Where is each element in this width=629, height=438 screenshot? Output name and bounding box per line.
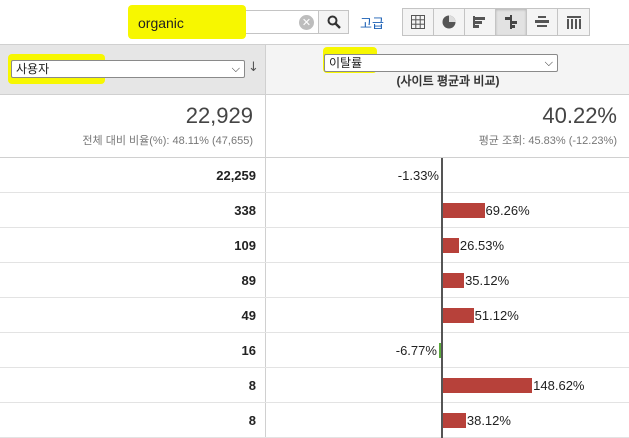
users-cell: 16 — [0, 333, 265, 367]
chevron-down-icon: ⌵ — [231, 63, 240, 75]
users-value: 338 — [234, 203, 256, 218]
table-view-icon — [411, 15, 425, 29]
advanced-link[interactable]: 고급 — [360, 13, 384, 32]
positive-bar — [443, 413, 466, 428]
table-row[interactable]: 16 -6.77% — [0, 333, 629, 368]
users-cell: 89 — [0, 263, 265, 297]
table-row[interactable]: 8 148.62% — [0, 368, 629, 403]
users-value: 8 — [248, 413, 256, 428]
users-cell: 109 — [0, 228, 265, 262]
bounce-cell: 35.12% — [265, 263, 629, 297]
comparison-caption: (사이트 평균과 비교) — [396, 74, 500, 88]
users-cell: 338 — [0, 193, 265, 227]
delta-label: -6.77% — [395, 343, 437, 358]
bounce-average: 평균 조회: 45.83% (-12.23%) — [478, 135, 617, 147]
users-cell: 8 — [0, 368, 265, 402]
chevron-down-icon: ⌵ — [544, 57, 553, 69]
users-summary: 22,929 전체 대비 비율(%): 48.11% (47,655) — [0, 95, 265, 157]
pivot-view-button[interactable] — [558, 9, 589, 35]
comparison-view-icon — [505, 15, 517, 29]
delta-label: -1.33% — [397, 168, 439, 183]
bounce-cell: 38.12% — [265, 403, 629, 437]
delta-label: 148.62% — [533, 378, 585, 393]
table-view-button[interactable] — [403, 9, 434, 35]
bounce-total: 40.22% — [542, 103, 617, 128]
positive-bar — [443, 273, 465, 288]
table-header: 사용자 ⌵ ↓ 이탈률 ⌵ (사이트 평균과 비교) — [0, 44, 629, 95]
clear-icon[interactable]: ✕ — [299, 15, 314, 30]
pivot-view-icon — [566, 16, 581, 29]
users-value: 22,259 — [216, 168, 256, 183]
performance-view-icon — [473, 16, 485, 28]
delta-label: 69.26% — [485, 203, 530, 218]
users-share: 전체 대비 비율(%): 48.11% (47,655) — [82, 135, 253, 147]
positive-bar — [443, 378, 533, 393]
bounce-cell: -6.77% — [265, 333, 629, 367]
users-value: 109 — [234, 238, 256, 253]
pie-view-button[interactable] — [434, 9, 465, 35]
search-box[interactable]: ✕ — [128, 5, 319, 39]
comparison-view-button[interactable] — [496, 9, 527, 35]
table-row[interactable]: 8 38.12% — [0, 403, 629, 438]
users-cell: 49 — [0, 298, 265, 332]
users-value: 16 — [241, 343, 256, 358]
search-button[interactable] — [318, 10, 349, 34]
bounce-summary: 40.22% 평균 조회: 45.83% (-12.23%) — [265, 95, 629, 157]
positive-bar — [443, 238, 459, 253]
view-switcher — [402, 8, 590, 36]
users-metric-label: 사용자 — [16, 62, 50, 76]
search-input[interactable] — [138, 14, 288, 31]
magnifier-icon — [327, 15, 341, 29]
delta-label: 35.12% — [465, 273, 510, 288]
users-metric-select[interactable]: 사용자 ⌵ — [11, 60, 245, 78]
bounce-metric-select[interactable]: 이탈률 ⌵ — [324, 54, 558, 72]
users-value: 8 — [248, 378, 256, 393]
performance-view-button[interactable] — [465, 9, 496, 35]
term-cloud-view-button[interactable] — [527, 9, 558, 35]
bounce-cell: -1.33% — [265, 158, 629, 192]
bounce-column-header: 이탈률 ⌵ (사이트 평균과 비교) — [265, 45, 629, 94]
positive-bar — [443, 203, 485, 218]
users-value: 89 — [241, 273, 256, 288]
positive-bar — [443, 308, 474, 323]
delta-label: 26.53% — [459, 238, 504, 253]
term-cloud-view-icon — [535, 16, 549, 27]
sort-desc-icon[interactable]: ↓ — [248, 60, 259, 75]
pie-view-icon — [442, 15, 456, 29]
users-cell: 8 — [0, 403, 265, 437]
bounce-cell: 51.12% — [265, 298, 629, 332]
users-cell: 22,259 — [0, 158, 265, 192]
table-row[interactable]: 338 69.26% — [0, 193, 629, 228]
table-row[interactable]: 49 51.12% — [0, 298, 629, 333]
bounce-cell: 148.62% — [265, 368, 629, 402]
users-value: 49 — [241, 308, 256, 323]
bounce-cell: 69.26% — [265, 193, 629, 227]
bounce-cell: 26.53% — [265, 228, 629, 262]
table-row[interactable]: 109 26.53% — [0, 228, 629, 263]
comparison-axis — [441, 158, 443, 438]
users-total: 22,929 — [185, 103, 253, 128]
toolbar: ✕ 고급 — [0, 0, 629, 44]
users-column-header: 사용자 ⌵ ↓ — [0, 45, 265, 94]
table-row[interactable]: 89 35.12% — [0, 263, 629, 298]
bounce-metric-label: 이탈률 — [329, 56, 363, 70]
delta-label: 38.12% — [466, 413, 511, 428]
summary-row: 22,929 전체 대비 비율(%): 48.11% (47,655) 40.2… — [0, 95, 629, 158]
table-row[interactable]: 22,259 -1.33% — [0, 158, 629, 193]
delta-label: 51.12% — [474, 308, 519, 323]
